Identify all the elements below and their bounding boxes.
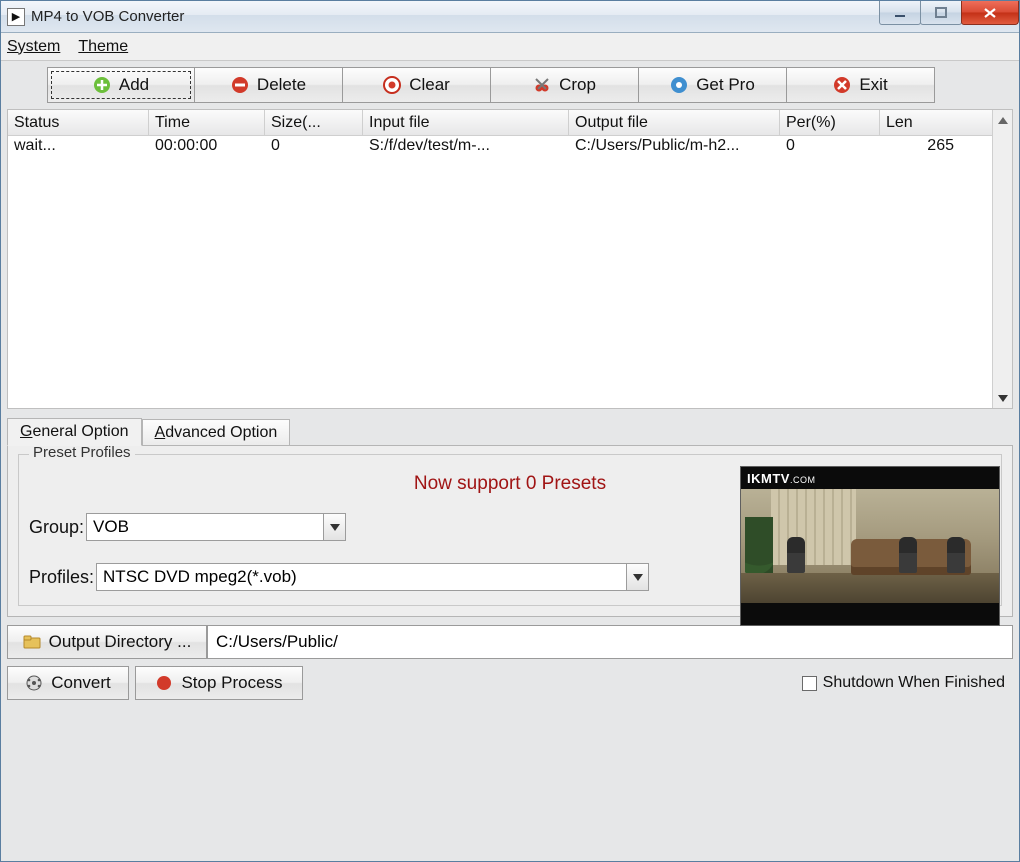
col-input[interactable]: Input file	[363, 110, 569, 135]
cell-output: C:/Users/Public/m-h2...	[569, 136, 780, 160]
scroll-down-icon[interactable]	[993, 388, 1012, 408]
clear-button[interactable]: Clear	[343, 67, 491, 103]
minimize-button[interactable]	[879, 1, 921, 25]
col-per[interactable]: Per(%)	[780, 110, 880, 135]
preview-watermark: IKMTV.COM	[747, 471, 815, 486]
app-icon: ▶	[7, 8, 25, 26]
general-panel: Preset Profiles Now support 0 Presets Gr…	[7, 445, 1013, 617]
checkbox-icon[interactable]	[802, 676, 817, 691]
profiles-combo[interactable]: NTSC DVD mpeg2(*.vob)	[96, 563, 649, 591]
table-header: Status Time Size(... Input file Output f…	[8, 110, 1012, 136]
table-row[interactable]: wait... 00:00:00 0 S:/f/dev/test/m-... C…	[8, 136, 1012, 160]
shutdown-label: Shutdown When Finished	[823, 674, 1005, 692]
crop-label: Crop	[559, 75, 596, 95]
close-button[interactable]	[961, 1, 1019, 25]
tab-advanced[interactable]: Advanced Option	[142, 419, 291, 446]
chevron-down-icon[interactable]	[323, 514, 345, 540]
cell-time: 00:00:00	[149, 136, 265, 160]
col-len[interactable]: Len	[880, 110, 960, 135]
add-button[interactable]: Add	[47, 67, 195, 103]
scroll-up-icon[interactable]	[993, 110, 1012, 130]
exit-label: Exit	[859, 75, 887, 95]
group-label: Group:	[29, 517, 84, 538]
getpro-label: Get Pro	[696, 75, 755, 95]
window-controls	[880, 1, 1019, 25]
option-tabs: General Option Advanced Option	[7, 415, 1013, 445]
file-table: Status Time Size(... Input file Output f…	[7, 109, 1013, 409]
menubar: System Theme	[1, 33, 1019, 61]
content-area: Add Delete Clear Crop Get Pro Exit	[1, 61, 1019, 861]
convert-icon	[25, 674, 43, 692]
titlebar[interactable]: ▶ MP4 to VOB Converter	[1, 1, 1019, 33]
add-label: Add	[119, 75, 149, 95]
minimize-icon	[894, 7, 906, 19]
vertical-scrollbar[interactable]	[992, 110, 1012, 408]
cell-len: 265	[880, 136, 960, 160]
col-time[interactable]: Time	[149, 110, 265, 135]
table-body[interactable]: wait... 00:00:00 0 S:/f/dev/test/m-... C…	[8, 136, 1012, 408]
cell-status: wait...	[8, 136, 149, 160]
delete-button[interactable]: Delete	[195, 67, 343, 103]
exit-icon	[833, 76, 851, 94]
col-status[interactable]: Status	[8, 110, 149, 135]
close-icon	[983, 7, 997, 19]
cell-per: 0	[780, 136, 880, 160]
stop-icon	[155, 674, 173, 692]
cell-input: S:/f/dev/test/m-...	[363, 136, 569, 160]
window-title: MP4 to VOB Converter	[31, 8, 184, 25]
delete-icon	[231, 76, 249, 94]
folder-icon	[23, 633, 41, 651]
getpro-icon	[670, 76, 688, 94]
group-combo[interactable]: VOB	[86, 513, 346, 541]
convert-label: Convert	[51, 673, 111, 693]
profiles-label: Profiles:	[29, 567, 94, 588]
clear-label: Clear	[409, 75, 450, 95]
tab-general[interactable]: General Option	[7, 418, 142, 446]
col-output[interactable]: Output file	[569, 110, 780, 135]
convert-button[interactable]: Convert	[7, 666, 129, 700]
bottom-area: Output Directory ... C:/Users/Public/ Co…	[7, 625, 1013, 701]
chevron-down-icon[interactable]	[626, 564, 648, 590]
profiles-value: NTSC DVD mpeg2(*.vob)	[103, 567, 297, 587]
stop-label: Stop Process	[181, 673, 282, 693]
add-icon	[93, 76, 111, 94]
output-path-input[interactable]: C:/Users/Public/	[207, 625, 1013, 659]
cell-size: 0	[265, 136, 363, 160]
output-dir-label: Output Directory ...	[49, 632, 192, 652]
app-window: ▶ MP4 to VOB Converter System Theme Add	[0, 0, 1020, 862]
shutdown-checkbox[interactable]: Shutdown When Finished	[802, 674, 1005, 692]
maximize-icon	[935, 7, 947, 19]
menu-theme[interactable]: Theme	[78, 38, 128, 56]
preset-legend: Preset Profiles	[29, 444, 135, 461]
clear-icon	[383, 76, 401, 94]
menu-system[interactable]: System	[7, 38, 60, 56]
crop-icon	[533, 76, 551, 94]
scroll-track[interactable]	[993, 130, 1012, 388]
col-size[interactable]: Size(...	[265, 110, 363, 135]
delete-label: Delete	[257, 75, 306, 95]
maximize-button[interactable]	[920, 1, 962, 25]
exit-button[interactable]: Exit	[787, 67, 935, 103]
output-path-value: C:/Users/Public/	[216, 632, 338, 652]
crop-button[interactable]: Crop	[491, 67, 639, 103]
toolbar: Add Delete Clear Crop Get Pro Exit	[7, 65, 1013, 105]
stop-button[interactable]: Stop Process	[135, 666, 303, 700]
group-value: VOB	[93, 517, 129, 537]
preview-thumbnail: IKMTV.COM	[740, 466, 1000, 626]
output-directory-button[interactable]: Output Directory ...	[7, 625, 207, 659]
getpro-button[interactable]: Get Pro	[639, 67, 787, 103]
